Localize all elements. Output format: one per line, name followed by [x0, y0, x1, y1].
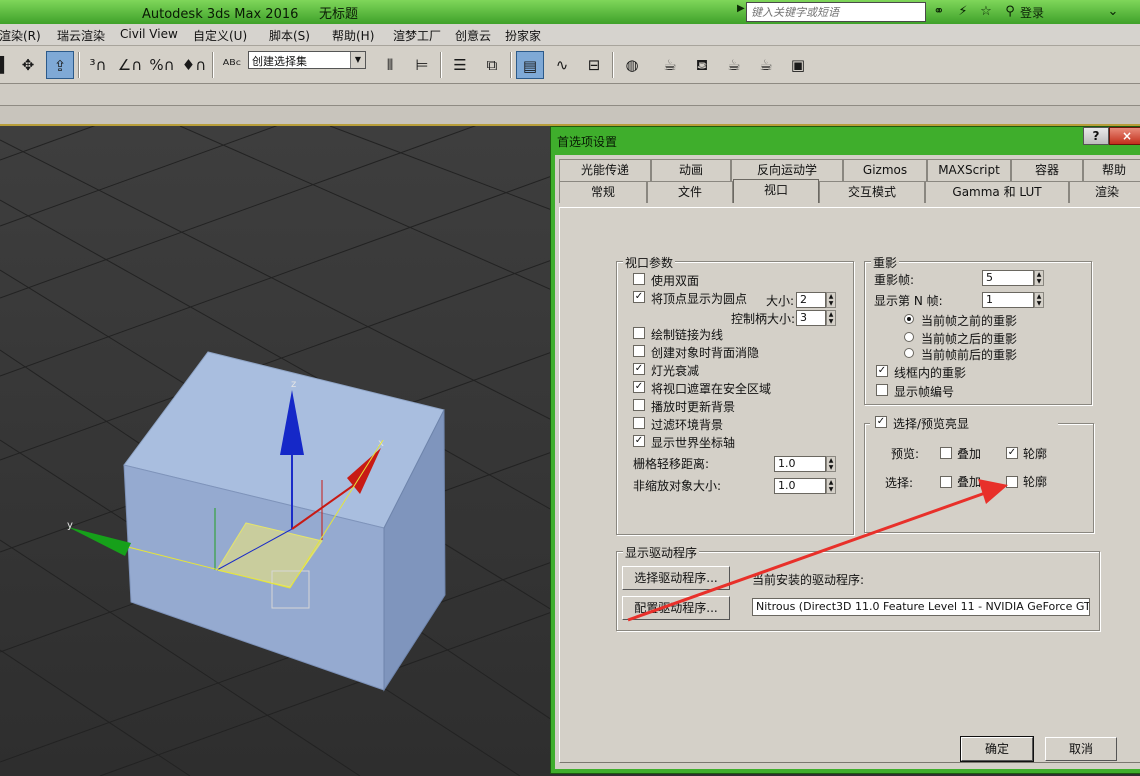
menu-item-render[interactable]: 渲染(R) [0, 27, 41, 44]
ok-button[interactable]: 确定 [960, 736, 1034, 762]
tab-animation[interactable]: 动画 [651, 159, 731, 181]
tab-interaction-mode[interactable]: 交互模式 [819, 181, 925, 203]
menu-item-chuangyiyun[interactable]: 创意云 [455, 27, 491, 44]
edit-named-selection-icon[interactable]: ᴬᴮᶜ [218, 51, 246, 79]
search-input[interactable] [746, 2, 926, 22]
satellite-icon[interactable]: ⚡ [954, 3, 972, 21]
main-toolbar: ▌ ✥ ⇪ ³∩ ∠∩ %∩ ♦∩ ᴬᴮᶜ ⫴ ⊨ ☰ ⧉ ▤ ∿ ⊟ ◍ ☕ … [0, 46, 1140, 84]
close-button[interactable]: × [1109, 127, 1140, 145]
align-icon[interactable]: ⊨ [408, 51, 436, 79]
search-arrow-icon[interactable]: ▶ [737, 3, 745, 21]
cancel-button[interactable]: 取消 [1045, 737, 1117, 761]
star-icon[interactable]: ☆ [977, 3, 995, 21]
angle-snap-icon[interactable]: ∠∩ [116, 51, 144, 79]
menu-item-ruiyun[interactable]: 瑞云渲染 [57, 27, 105, 44]
viewport-scene[interactable]: z x y [0, 126, 552, 776]
menu-item-script[interactable]: 脚本(S) [269, 27, 310, 44]
spinner-snap-icon[interactable]: ♦∩ [180, 51, 208, 79]
move-icon[interactable]: ✥ [14, 51, 42, 79]
snap-3d-icon[interactable]: ³∩ [84, 51, 112, 79]
y-axis-label: y [67, 520, 73, 531]
render-frame-window-icon[interactable]: ▣ [784, 51, 812, 79]
annotation-arrow [627, 479, 1008, 622]
menu-bar: 渲染(R) 瑞云渲染 Civil View 自定义(U) 脚本(S) 帮助(H)… [0, 24, 1140, 46]
tab-help[interactable]: 帮助 [1083, 159, 1140, 181]
named-selection-set-dropdown[interactable]: 创建选择集 ▼ [248, 51, 366, 69]
login-link[interactable]: 登录 [1020, 4, 1044, 21]
mirror-icon[interactable]: ⫴ [376, 51, 404, 79]
curve-editor-icon[interactable]: ∿ [548, 51, 576, 79]
tab-gizmos[interactable]: Gizmos [843, 159, 927, 181]
menu-item-banjiajia[interactable]: 扮家家 [505, 27, 541, 44]
render-iterative-icon[interactable]: ☕ [752, 51, 780, 79]
window-title: Autodesk 3ds Max 2016 无标题 [142, 7, 359, 22]
binoculars-icon[interactable]: ⚭ [930, 3, 948, 21]
user-icon[interactable]: ⚲ [1001, 3, 1019, 21]
percent-snap-icon[interactable]: %∩ [148, 51, 176, 79]
menu-item-customize[interactable]: 自定义(U) [193, 27, 247, 44]
tab-gamma-lut[interactable]: Gamma 和 LUT [925, 181, 1069, 203]
menu-item-civil-view[interactable]: Civil View [120, 27, 178, 41]
menu-item-xuanmeng[interactable]: 渲梦工厂 [393, 27, 441, 44]
dialog-title: 首选项设置 [557, 135, 618, 149]
perspective-viewport[interactable]: z x y [0, 126, 552, 776]
z-axis-label: z [291, 379, 296, 390]
tab-inverse-kinematics[interactable]: 反向运动学 [731, 159, 843, 181]
ribbon-strip [0, 84, 1140, 106]
tab-general[interactable]: 常规 [559, 181, 647, 203]
rendered-frame-icon[interactable]: ⛾ [688, 51, 716, 79]
preferences-dialog: 首选项设置 ? × 光能传递 动画 反向运动学 Gizmos MAXScript… [550, 126, 1140, 774]
tab-rendering[interactable]: 渲染 [1069, 181, 1140, 203]
render-production-icon[interactable]: ☕ [720, 51, 748, 79]
layers-icon[interactable]: ⧉ [478, 51, 506, 79]
render-setup-icon[interactable]: ☕ [656, 51, 684, 79]
viewports-panel: 视口参数 使用双面 ✓ 将顶点显示为圆点 大小: 2 ▲ ▼ 控制柄大小: 3 ▲… [559, 207, 1140, 763]
chevron-down-icon[interactable]: ⌄ [1104, 3, 1122, 21]
dropdown-arrow-icon[interactable]: ▼ [350, 52, 365, 68]
title-bar: Autodesk 3ds Max 2016 无标题 ▶ ⚭ ⚡ ☆ ⚲ 登录 ⌄ [0, 0, 1140, 24]
tab-containers[interactable]: 容器 [1011, 159, 1083, 181]
tab-radiosity[interactable]: 光能传递 [559, 159, 651, 181]
dialog-body: 光能传递 动画 反向运动学 Gizmos MAXScript 容器 帮助 常规 … [555, 155, 1140, 769]
help-button[interactable]: ? [1083, 127, 1109, 145]
schematic-view-icon[interactable]: ⊟ [580, 51, 608, 79]
menu-item-help[interactable]: 帮助(H) [332, 27, 374, 44]
material-editor-icon[interactable]: ◍ [618, 51, 646, 79]
tab-viewports[interactable]: 视口 [733, 179, 819, 203]
ribbon-strip-lower [0, 106, 1140, 126]
scene-explorer-icon[interactable]: ▤ [516, 51, 544, 79]
selection-set-value: 创建选择集 [252, 55, 307, 68]
layer-manager-icon[interactable]: ☰ [446, 51, 474, 79]
tab-files[interactable]: 文件 [647, 181, 733, 203]
select-link-icon[interactable]: ⇪ [46, 51, 74, 79]
tab-maxscript[interactable]: MAXScript [927, 159, 1011, 181]
